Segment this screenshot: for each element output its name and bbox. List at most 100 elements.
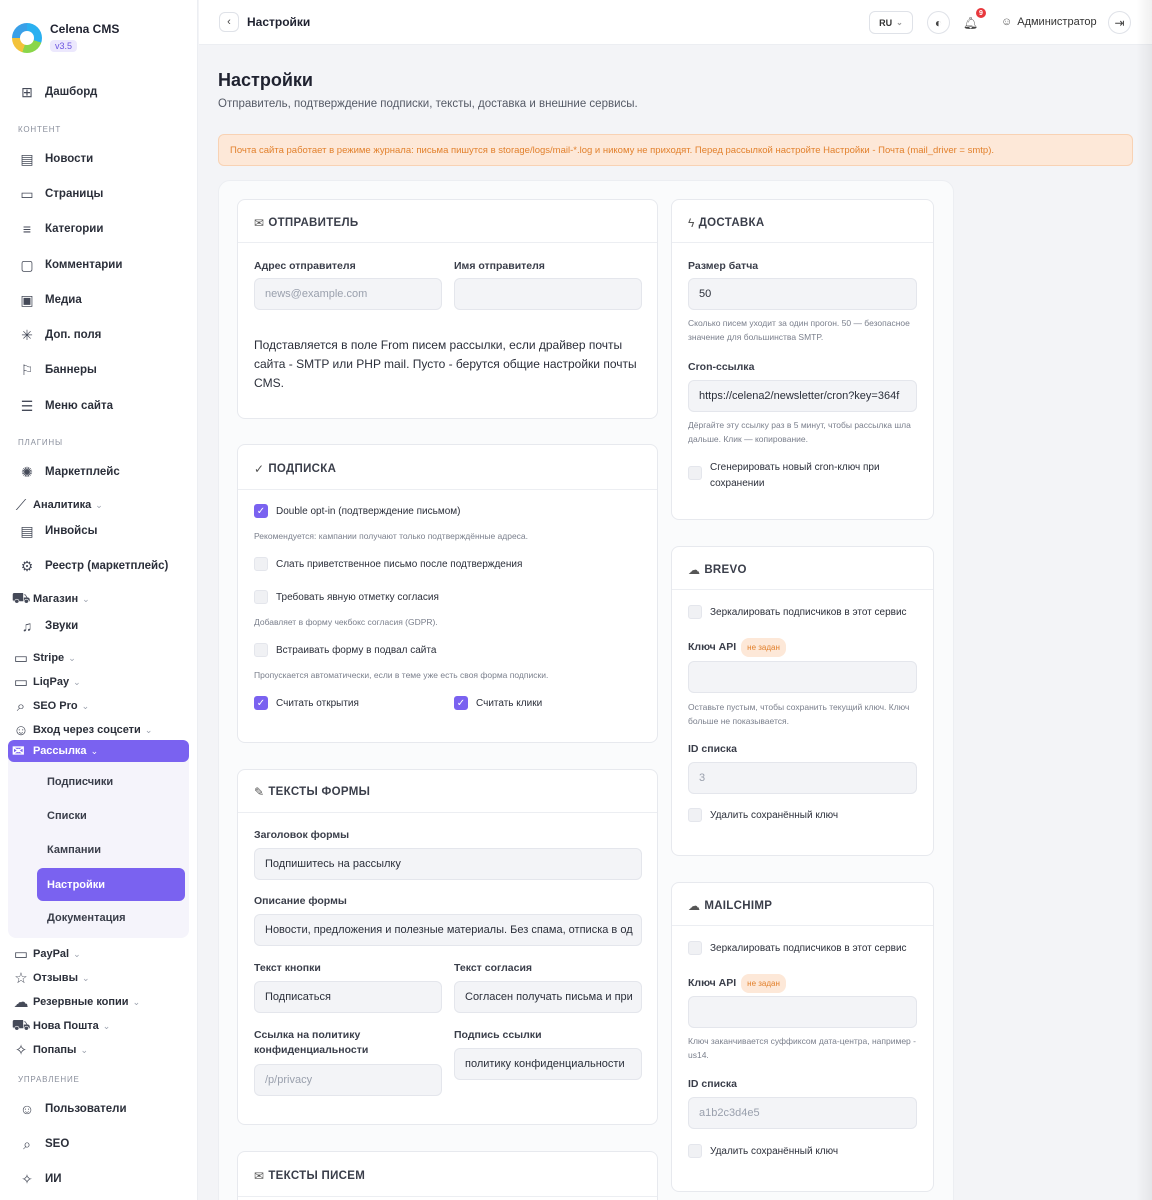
sidebar-item-newsletter[interactable]: ✉ Рассылка ⌄ [8, 740, 189, 762]
form-texts-card-title: ✎ ТЕКСТЫ ФОРМЫ [254, 785, 371, 799]
bolt-icon: ϟ [688, 216, 695, 230]
sidebar-subitem-docs[interactable]: Документация [47, 912, 126, 924]
sidebar-item-media[interactable]: ▣ Медиа [18, 290, 81, 310]
star-icon: ☆ [14, 970, 28, 987]
cron-link-input[interactable]: https://celena2/newsletter/cron?key=364f [688, 380, 917, 412]
sidebar-item-extra-fields[interactable]: ✳ Доп. поля [18, 325, 101, 345]
button-text-input[interactable]: Подписаться [254, 981, 442, 1013]
sidebar-item-site-menu[interactable]: ☰ Меню сайта [18, 396, 113, 416]
brevo-mirror-checkbox[interactable]: Зеркалировать подписчиков в этот сервис [688, 605, 907, 619]
chevron-down-icon: ⌄ [102, 1020, 111, 1031]
sidebar-item-comments[interactable]: ▢ Комментарии [18, 255, 122, 275]
checkbox-checked-icon: ✓ [254, 696, 268, 710]
sidebar-item-social-login[interactable]: ☺ Вход через соцсети ⌄ [12, 720, 152, 740]
scroll-shadow [1136, 0, 1152, 1200]
chevron-down-icon: ⌄ [82, 593, 90, 604]
cron-link-label: Cron-ссылка [688, 361, 755, 373]
user-menu[interactable]: ☺ Администратор [1001, 16, 1097, 28]
brevo-card: ☁ BREVO Зеркалировать подписчиков в этот … [671, 546, 934, 856]
mailchimp-list-id-input[interactable]: a1b2c3d4e5 [688, 1097, 917, 1129]
delivery-card-title: ϟ ДОСТАВКА [688, 216, 765, 230]
double-optin-help: Рекомендуется: кампании получают только … [254, 531, 529, 541]
brand[interactable]: Celena CMS v3.5 [12, 22, 119, 54]
mailchimp-mirror-checkbox[interactable]: Зеркалировать подписчиков в этот сервис [688, 941, 907, 955]
sidebar-item-ai[interactable]: ✧ ИИ [18, 1169, 61, 1189]
sidebar-subitem-settings[interactable]: Настройки [37, 868, 185, 901]
form-heading-input[interactable]: Подпишитесь на рассылку [254, 848, 642, 880]
sidebar-item-dashboard[interactable]: ⊞ Дашборд [18, 82, 97, 102]
sidebar-item-sounds[interactable]: ♫ Звуки [18, 616, 78, 636]
sender-description: Подставляется в поле From писем рассылки… [254, 338, 637, 390]
brand-logo-icon [12, 23, 42, 53]
form-description-input[interactable]: Новости, предложения и полезные материал… [254, 914, 642, 946]
sidebar-item-popups[interactable]: ✧ Попапы ⌄ [12, 1040, 88, 1060]
subscription-card-title: ✓ ПОДПИСКА [254, 462, 337, 476]
logout-button[interactable]: ⇥ [1108, 11, 1131, 34]
sidebar-subitem-lists[interactable]: Списки [47, 810, 87, 822]
double-optin-checkbox[interactable]: ✓ Double opt-in (подтверждение письмом) [254, 504, 460, 518]
mail-icon: ✉ [254, 1169, 265, 1183]
mailchimp-delete-key-checkbox[interactable]: Удалить сохранённый ключ [688, 1144, 838, 1158]
track-opens-checkbox[interactable]: ✓ Считать открытия [254, 696, 359, 710]
chevron-down-icon: ⌄ [896, 18, 903, 27]
email-texts-card-title: ✉ ТЕКСТЫ ПИСЕМ [254, 1169, 366, 1183]
sidebar-item-seo-pro[interactable]: ⌕ SEO Pro ⌄ [12, 696, 89, 716]
footer-form-checkbox[interactable]: Встраивать форму в подвал сайта [254, 643, 436, 657]
chevron-down-icon: ⌄ [95, 499, 103, 510]
chevron-down-icon: ⌄ [132, 996, 141, 1007]
explicit-consent-checkbox[interactable]: Требовать явную отметку согласия [254, 590, 439, 604]
privacy-link-label: Ссылка на политику конфиденциальности [254, 1029, 369, 1056]
batch-size-input[interactable]: 50 [688, 278, 917, 310]
sidebar-item-users[interactable]: ☺ Пользователи [18, 1099, 127, 1119]
sidebar-subitem-campaigns[interactable]: Кампании [47, 844, 101, 856]
welcome-email-checkbox[interactable]: Слать приветственное письмо после подтве… [254, 557, 522, 571]
sidebar-item-seo[interactable]: ⌕ SEO [18, 1134, 69, 1154]
sidebar-item-shop[interactable]: ⛟ Магазин ⌄ [12, 589, 90, 609]
back-button[interactable]: ‹ [219, 12, 239, 32]
asterisk-icon: ✳ [21, 326, 33, 343]
sidebar-item-banners[interactable]: ⚐ Баннеры [18, 360, 97, 380]
sidebar-item-reviews[interactable]: ☆ Отзывы ⌄ [12, 968, 89, 988]
sidebar-item-paypal[interactable]: ▭ PayPal ⌄ [12, 944, 81, 964]
sender-address-input[interactable]: news@example.com [254, 278, 442, 310]
consent-text-input[interactable]: Согласен получать письма и при [454, 981, 642, 1013]
chevron-down-icon: ⌄ [90, 745, 99, 756]
brevo-api-key-input[interactable] [688, 661, 917, 693]
privacy-link-input[interactable]: /p/privacy [254, 1064, 442, 1096]
loader-icon: ✺ [21, 463, 33, 480]
user-icon: ☺ [1001, 16, 1013, 28]
gear-icon: ⚙ [20, 557, 34, 574]
sidebar-subitem-subscribers[interactable]: Подписчики [47, 776, 113, 788]
brevo-list-id-input[interactable]: 3 [688, 762, 917, 794]
image-icon: ▣ [20, 291, 34, 308]
sidebar-item-marketplace[interactable]: ✺ Маркетплейс [18, 462, 120, 482]
brevo-delete-key-checkbox[interactable]: Удалить сохранённый ключ [688, 808, 838, 822]
subscription-card: ✓ ПОДПИСКА ✓ Double opt-in (подтверждение … [237, 444, 658, 743]
sidebar-item-invoices[interactable]: ▤ Инвойсы [18, 521, 97, 541]
link-caption-input[interactable]: политику конфиденциальности [454, 1048, 642, 1080]
regenerate-cron-checkbox[interactable]: Сгенерировать новый cron-ключ при сохран… [688, 460, 920, 492]
sidebar-item-registry[interactable]: ⚙ Реестр (маркетплейс) [18, 556, 169, 576]
sidebar-item-nova-poshta[interactable]: ⛟ Нова Пошта ⌄ [12, 1016, 111, 1036]
mail-icon: ✉ [12, 743, 25, 760]
comment-icon: ▢ [20, 256, 34, 273]
brevo-list-id-label: ID списка [688, 743, 737, 755]
sidebar-item-backups[interactable]: ☁ Резервные копии ⌄ [12, 992, 141, 1012]
filter-icon: ≡ [22, 221, 32, 237]
mailchimp-api-key-input[interactable] [688, 996, 917, 1028]
language-select[interactable]: RU ⌄ [869, 11, 913, 34]
card-icon: ▭ [13, 674, 29, 691]
delivery-card: ϟ ДОСТАВКА Размер батча 50 Сколько писем … [671, 199, 934, 520]
track-clicks-checkbox[interactable]: ✓ Считать клики [454, 696, 542, 710]
form-heading-label: Заголовок формы [254, 829, 350, 841]
sidebar-item-pages[interactable]: ▭ Страницы [18, 184, 103, 204]
sidebar-item-news[interactable]: ▤ Новости [18, 149, 93, 169]
news-icon: ▤ [20, 150, 34, 167]
sender-name-input[interactable] [454, 278, 642, 310]
sidebar-item-analytics[interactable]: ⟋ Аналитика ⌄ [12, 495, 103, 515]
sidebar-item-stripe[interactable]: ▭ Stripe ⌄ [12, 648, 76, 668]
theme-toggle-button[interactable]: ◐ [927, 11, 950, 34]
sidebar-item-categories[interactable]: ≡ Категории [18, 219, 104, 239]
chart-line-icon: ⟋ [15, 496, 27, 514]
sidebar-item-liqpay[interactable]: ▭ LiqPay ⌄ [12, 672, 81, 692]
